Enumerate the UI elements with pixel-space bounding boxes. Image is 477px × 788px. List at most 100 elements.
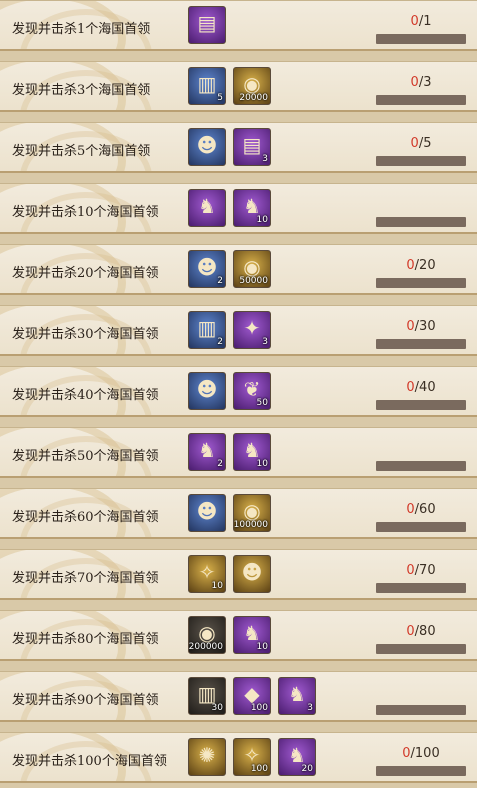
quest-row: 发现并击杀80个海国首领 ◉ 200000 ♞ 10 0/80 (0, 610, 477, 661)
reward-quantity: 10 (256, 459, 268, 469)
progress-total: /1 (418, 14, 432, 29)
reward-item[interactable]: ▥ 5 (188, 67, 226, 105)
progress-total: /5 (418, 136, 432, 151)
progress-text: 0/20 (376, 258, 466, 273)
reward-quantity: 20 (301, 764, 313, 774)
progress-bar (376, 34, 466, 44)
reward-item[interactable]: ♞ 10 (233, 616, 271, 654)
reward-item[interactable]: ☻ (188, 372, 226, 410)
progress-current: 0 (410, 14, 419, 29)
progress-text: 0/30 (376, 319, 466, 334)
reward-quantity: 30 (211, 703, 223, 713)
quest-title: 发现并击杀10个海国首领 (12, 205, 159, 220)
progress-total: /60 (414, 502, 436, 517)
progress-text: 0/70 (376, 563, 466, 578)
quest-title: 发现并击杀5个海国首领 (12, 144, 151, 159)
reward-item[interactable]: ♞ (188, 189, 226, 227)
quest-row: 发现并击杀40个海国首领 ☻ ❦ 50 0/40 (0, 366, 477, 417)
reward-item[interactable]: ▥ 30 (188, 677, 226, 715)
reward-item[interactable]: ☻ (188, 128, 226, 166)
progress-total: /40 (414, 380, 436, 395)
reward-item[interactable]: ◉ 100000 (233, 494, 271, 532)
reward-item[interactable]: ✺ (188, 738, 226, 776)
quest-title: 发现并击杀40个海国首领 (12, 388, 159, 403)
daruma-icon: ☻ (196, 499, 218, 523)
progress-current: 0 (406, 563, 415, 578)
progress-current: 0 (406, 319, 415, 334)
progress-total: /30 (414, 319, 436, 334)
quest-title: 发现并击杀100个海国首领 (12, 754, 167, 769)
progress-text: 0/3 (376, 75, 466, 90)
reward-quantity: 10 (256, 215, 268, 225)
reward-item[interactable]: ▥ 2 (188, 311, 226, 349)
reward-item[interactable]: ♞ 10 (233, 433, 271, 471)
reward-item[interactable]: ▤ 3 (233, 128, 271, 166)
progress-text: 0/1 (376, 14, 466, 29)
reward-item[interactable]: ◉ 200000 (188, 616, 226, 654)
reward-item[interactable]: ♞ 2 (188, 433, 226, 471)
reward-quantity: 20000 (239, 93, 268, 103)
daruma-icon: ☻ (196, 133, 218, 157)
progress-current: 0 (406, 624, 415, 639)
progress-current: 0 (410, 75, 419, 90)
reward-item[interactable]: ◆ 100 (233, 677, 271, 715)
progress-bar (376, 156, 466, 166)
progress-current: 0 (406, 258, 415, 273)
reward-item[interactable]: ♞ 20 (278, 738, 316, 776)
progress-bar (376, 644, 466, 654)
reward-quantity: 200000 (188, 642, 223, 652)
quest-title: 发现并击杀3个海国首领 (12, 83, 151, 98)
quest-row: 发现并击杀1个海国首领 ▤ 0/1 (0, 0, 477, 51)
reward-item[interactable]: ❦ 50 (233, 372, 271, 410)
golden-orb-icon: ✺ (198, 743, 216, 767)
progress-text: 0/40 (376, 380, 466, 395)
progress-total: /70 (414, 563, 436, 578)
reward-quantity: 3 (262, 337, 268, 347)
shikigami-icon: ♞ (198, 194, 216, 218)
reward-quantity: 100000 (233, 520, 268, 530)
reward-item[interactable]: ▤ (188, 6, 226, 44)
quest-row: 发现并击杀5个海国首领 ☻ ▤ 3 0/5 (0, 122, 477, 173)
reward-item[interactable]: ◉ 20000 (233, 67, 271, 105)
quest-row: 发现并击杀100个海国首领 ✺ ✧ 100 ♞ 20 0/100 (0, 732, 477, 783)
progress-text: 0/100 (376, 746, 466, 761)
reward-quantity: 10 (211, 581, 223, 591)
reward-quantity: 3 (262, 154, 268, 164)
reward-quantity: 3 (307, 703, 313, 713)
reward-item[interactable]: ✦ 3 (233, 311, 271, 349)
quest-row: 发现并击杀3个海国首领 ▥ 5 ◉ 20000 0/3 (0, 61, 477, 112)
reward-quantity: 10 (256, 642, 268, 652)
daruma-icon: ☻ (241, 560, 263, 584)
quest-title: 发现并击杀20个海国首领 (12, 266, 159, 281)
progress-bar (376, 95, 466, 105)
quest-row: 发现并击杀70个海国首领 ✧ 10 ☻ 0/70 (0, 549, 477, 600)
quest-title: 发现并击杀1个海国首领 (12, 22, 151, 37)
reward-item[interactable]: ♞ 3 (278, 677, 316, 715)
quest-row: 发现并击杀30个海国首领 ▥ 2 ✦ 3 0/30 (0, 305, 477, 356)
reward-item[interactable]: ✧ 100 (233, 738, 271, 776)
spell-card-icon: ▤ (197, 11, 217, 35)
reward-quantity: 100 (250, 703, 268, 713)
quest-title: 发现并击杀60个海国首领 (12, 510, 159, 525)
reward-quantity: 2 (217, 276, 223, 286)
reward-item[interactable]: ✧ 10 (188, 555, 226, 593)
progress-current: 0 (406, 380, 415, 395)
reward-item[interactable]: ♞ 10 (233, 189, 271, 227)
reward-item[interactable]: ☻ 2 (188, 250, 226, 288)
reward-item[interactable]: ☻ (188, 494, 226, 532)
progress-total: /100 (410, 746, 440, 761)
quest-title: 发现并击杀70个海国首领 (12, 571, 159, 586)
reward-quantity: 5 (217, 93, 223, 103)
reward-quantity: 100 (250, 764, 268, 774)
progress-bar (376, 461, 466, 471)
progress-text: 0/5 (376, 136, 466, 151)
quest-row: 发现并击杀90个海国首领 ▥ 30 ◆ 100 ♞ 3 (0, 671, 477, 722)
progress-bar (376, 217, 466, 227)
progress-current: 0 (410, 136, 419, 151)
progress-current: 0 (402, 746, 411, 761)
reward-quantity: 50000 (239, 276, 268, 286)
progress-bar (376, 522, 466, 532)
reward-item[interactable]: ◉ 50000 (233, 250, 271, 288)
quest-title: 发现并击杀50个海国首领 (12, 449, 159, 464)
reward-item[interactable]: ☻ (233, 555, 271, 593)
